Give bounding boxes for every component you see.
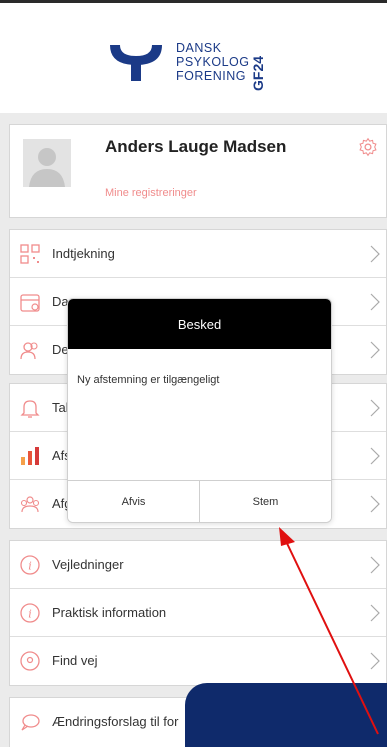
svg-text:i: i <box>28 560 32 573</box>
logo-mark-icon <box>110 45 162 81</box>
chevron-right-icon <box>370 399 380 417</box>
dp-logo: DANSK PSYKOLOG FORENING GF24 <box>106 41 265 91</box>
menu-item-label: Indtjekning <box>52 246 115 261</box>
my-registrations-link[interactable]: Mine registreringer <box>105 187 197 199</box>
profile-card[interactable]: Anders Lauge Madsen Mine registreringer <box>9 124 387 218</box>
chevron-right-icon <box>370 495 380 513</box>
chevron-right-icon <box>370 341 380 359</box>
vote-button[interactable]: Stem <box>199 481 331 522</box>
message-dialog: Besked Ny afstemning er tilgængeligt Afv… <box>67 298 332 523</box>
menu-item-checkin[interactable]: Indtjekning <box>10 230 386 278</box>
info-icon: i <box>20 555 40 575</box>
avatar <box>23 139 71 187</box>
chevron-right-icon <box>370 652 380 670</box>
bar-chart-icon <box>21 447 39 465</box>
group-icon <box>20 496 40 513</box>
menu-group-3: i Vejledninger i Praktisk information Fi… <box>9 540 387 686</box>
menu-item-label: Praktisk information <box>52 605 167 620</box>
logo-line-3: FORENING <box>176 69 246 83</box>
app-header: DANSK PSYKOLOG FORENING GF24 <box>0 3 387 113</box>
qr-code-icon <box>20 244 40 264</box>
chevron-right-icon <box>370 556 380 574</box>
chevron-right-icon <box>370 604 380 622</box>
menu-item-find-way[interactable]: Find vej <box>10 637 386 685</box>
dialog-buttons: Afvis Stem <box>68 480 331 522</box>
reject-button[interactable]: Afvis <box>68 481 199 522</box>
bottom-sheet-panel[interactable] <box>185 683 387 747</box>
location-pin-icon <box>20 651 40 671</box>
menu-item-label: Vejledninger <box>52 557 124 572</box>
calendar-icon <box>20 294 40 312</box>
menu-item-label: Ændringsforslag til for <box>52 714 179 729</box>
chevron-right-icon <box>370 293 380 311</box>
people-icon <box>20 342 38 360</box>
menu-item-guides[interactable]: i Vejledninger <box>10 541 386 589</box>
svg-text:i: i <box>28 608 32 621</box>
dialog-message: Ny afstemning er tilgængeligt <box>77 374 220 386</box>
bell-icon <box>20 400 40 418</box>
speech-bubble-icon <box>21 714 40 731</box>
logo-line-2: PSYKOLOG <box>176 55 250 69</box>
dialog-title: Besked <box>68 299 331 349</box>
profile-name: Anders Lauge Madsen <box>105 137 287 156</box>
gf24-badge: GF24 <box>251 56 265 91</box>
avatar-placeholder-icon <box>29 148 65 187</box>
chevron-right-icon <box>370 447 380 465</box>
logo-line-1: DANSK <box>176 41 222 55</box>
gear-icon[interactable] <box>358 137 378 157</box>
info-icon: i <box>20 603 40 623</box>
chevron-right-icon <box>370 245 380 263</box>
gf24-text: GF24 <box>251 56 265 91</box>
menu-item-practical-info[interactable]: i Praktisk information <box>10 589 386 637</box>
menu-item-label: Find vej <box>52 653 98 668</box>
